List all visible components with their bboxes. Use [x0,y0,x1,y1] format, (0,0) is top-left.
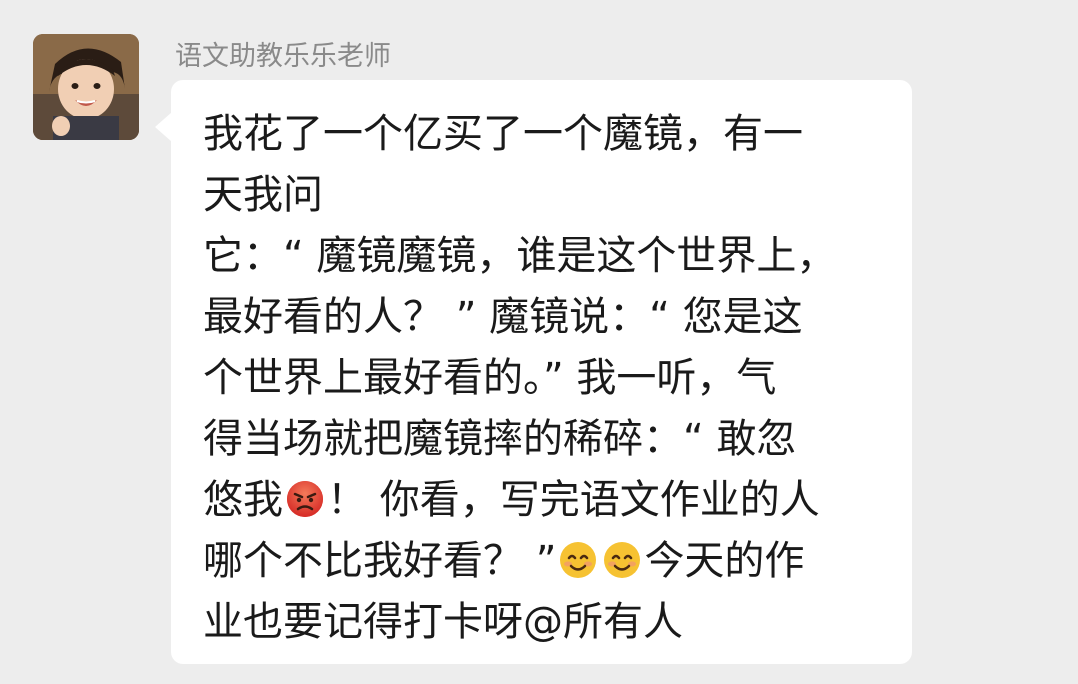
message-segment: 悠我 [203,477,283,523]
message-line: 业也要记得打卡呀@所有人 [203,599,683,645]
message-line: 最好看的人？ ” 魔镜说：“ 您是这 [203,294,803,340]
message-line: 得当场就把魔镜摔的稀碎：“ 敢忽 [203,416,797,462]
message-segment: ！ 你看，写完语文作业的人 [327,477,820,523]
message-line: 我花了一个亿买了一个魔镜，有一 [203,111,803,157]
smiling-face-icon [602,540,642,580]
message-line: 悠我 ！ 你看，写完语文作业的人 [203,470,893,531]
message-segment: 今天的作 [644,538,805,584]
message-line: 哪个不比我好看？ ” 今天的作 [203,531,893,592]
message-line: 个世界上最好看的。” 我一听，气 [203,355,777,401]
chat-screen: 语文助教乐乐老师 我花了一个亿买了一个魔镜，有一 天我问 它：“ 魔镜魔镜，谁是… [0,0,1078,684]
bubble-tail [155,112,172,142]
message-line: 天我问 [203,172,323,218]
child-avatar-icon [33,34,139,140]
angry-face-icon [285,479,325,519]
message-line: 它：“ 魔镜魔镜，谁是这个世界上， [203,233,837,279]
message-text: 我花了一个亿买了一个魔镜，有一 天我问 它：“ 魔镜魔镜，谁是这个世界上， 最好… [203,104,893,653]
smiling-face-icon [558,540,598,580]
message-segment: 哪个不比我好看？ ” [203,538,557,584]
sender-name: 语文助教乐乐老师 [175,41,391,72]
sender-avatar[interactable] [33,34,139,140]
